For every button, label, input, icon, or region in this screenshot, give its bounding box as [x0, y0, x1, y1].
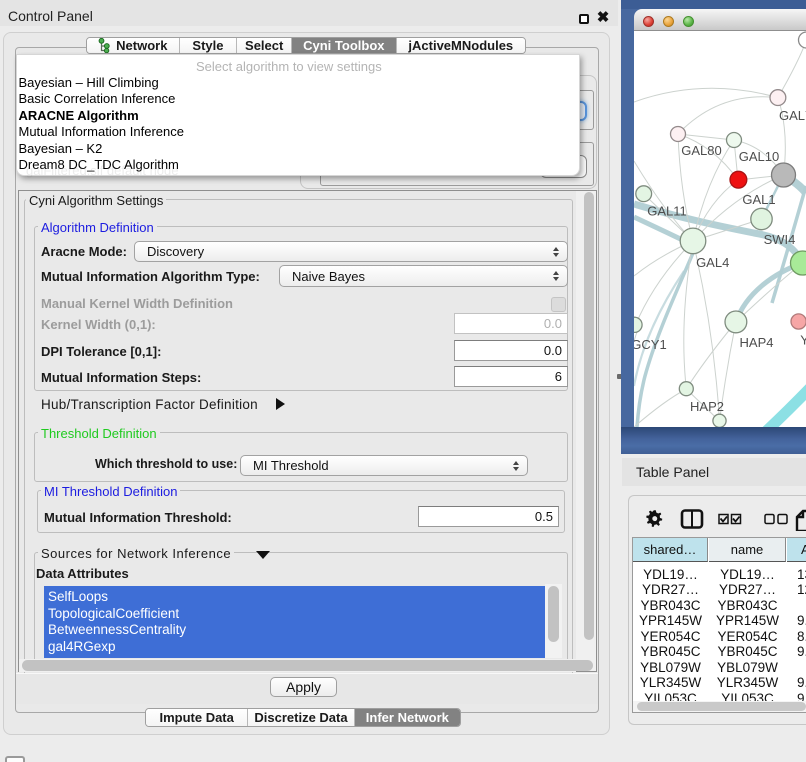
svg-text:SWI4: SWI4: [764, 232, 796, 247]
svg-text:GAL4: GAL4: [696, 255, 729, 270]
svg-text:GAL1: GAL1: [742, 192, 775, 207]
svg-text:HAP4: HAP4: [740, 335, 774, 350]
svg-text:GCY1: GCY1: [634, 337, 667, 352]
svg-text:GAL7: GAL7: [779, 108, 806, 123]
svg-text:GAL80: GAL80: [681, 143, 721, 158]
svg-text:Y: Y: [800, 333, 806, 348]
svg-text:GAL10: GAL10: [739, 149, 779, 164]
svg-text:HAP2: HAP2: [690, 399, 724, 414]
svg-text:GAL11: GAL11: [647, 204, 687, 219]
